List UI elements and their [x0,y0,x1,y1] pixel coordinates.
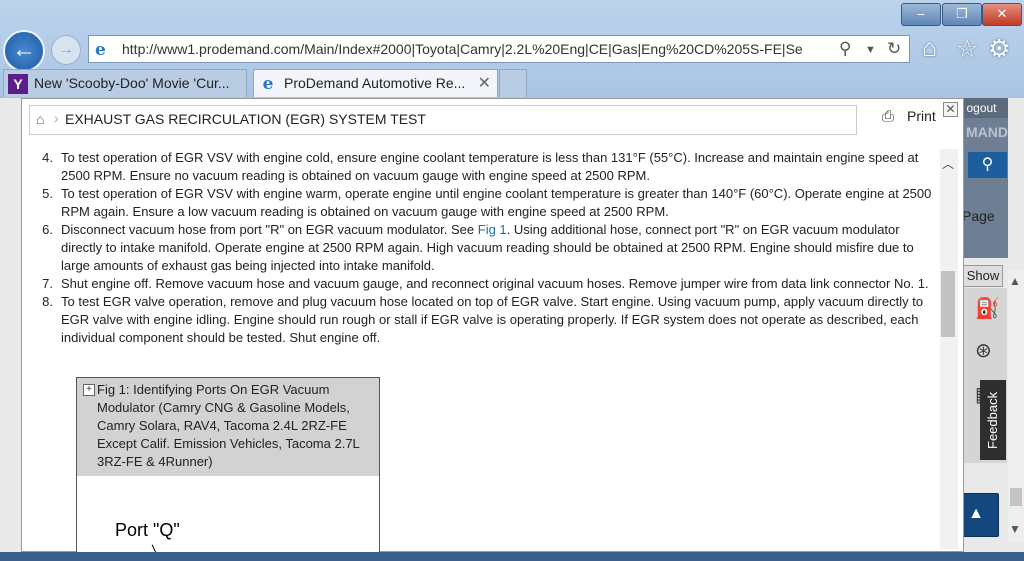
scroll-up-icon[interactable]: ▲ [1009,274,1021,288]
taskbar [0,552,1024,561]
printer-icon[interactable]: ⎙ [882,108,894,125]
figure-header: + Fig 1: Identifying Ports On EGR Vacuum… [77,378,379,476]
page-label: Page [962,208,995,224]
step-number: 6. [42,222,53,237]
scroll-down-icon[interactable]: ▼ [1009,522,1021,536]
ie-icon: e [262,74,274,94]
refresh-icon[interactable]: ↻ [887,39,901,59]
site-search-button[interactable]: ⚲ [968,152,1007,178]
step-number: 7. [42,276,53,291]
forward-arrow-icon: → [58,41,74,58]
step-text: Disconnect vacuum hose from port "R" on … [61,222,478,237]
back-arrow-icon: ← [12,36,36,63]
fig-1-link[interactable]: Fig 1 [478,222,507,237]
step-item: 5. To test operation of EGR VSV with eng… [37,185,933,221]
figure-1: + Fig 1: Identifying Ports On EGR Vacuum… [76,377,380,557]
yahoo-icon: Y [8,74,28,94]
new-tab-button[interactable] [499,69,527,97]
step-number: 8. [42,294,53,309]
ie-icon: e [95,40,106,60]
search-icon[interactable]: ⚲ [839,39,851,59]
close-tab-icon[interactable]: ✕ [478,70,491,97]
url-text[interactable]: http://www1.prodemand.com/Main/Index#200… [122,41,832,57]
page-scroll-thumb[interactable] [1010,488,1022,506]
tab-scooby-doo[interactable]: Y New 'Scooby-Doo' Movie 'Cur... [3,69,247,97]
minimize-button[interactable]: ‒ [901,3,941,26]
step-text: To test operation of EGR VSV with engine… [61,186,932,219]
tab-prodemand[interactable]: e ProDemand Automotive Re... ✕ [253,69,498,97]
tab-label: ProDemand Automotive Re... [284,75,466,91]
breadcrumb-separator-icon: › [54,110,59,126]
article-modal: ⌂ › EXHAUST GAS RECIRCULATION (EGR) SYST… [21,98,964,557]
dropdown-icon[interactable]: ▼ [865,44,876,56]
back-button[interactable]: ← [3,30,45,72]
oil-can-icon[interactable]: ⛽ [975,296,1000,321]
expand-figure-icon[interactable]: + [83,384,95,396]
feedback-tab[interactable]: Feedback [980,380,1006,460]
tab-label: New 'Scooby-Doo' Movie 'Cur... [34,75,230,91]
step-item: 7. Shut engine off. Remove vacuum hose a… [37,275,933,293]
brand-text: MAND [966,124,1008,140]
step-number: 4. [42,150,53,165]
maximize-button[interactable]: ❐ [942,3,982,26]
breadcrumb: ⌂ › EXHAUST GAS RECIRCULATION (EGR) SYST… [29,105,857,135]
figure-caption: Fig 1: Identifying Ports On EGR Vacuum M… [97,382,360,469]
print-button[interactable]: Print [907,108,936,124]
background-header [963,98,1008,258]
forward-button[interactable]: → [51,35,81,65]
close-window-button[interactable]: ✕ [982,3,1022,26]
home-icon[interactable]: ⌂ [36,111,44,127]
gear-icon[interactable]: ⚙ [988,34,1010,64]
browser-chrome: ‒ ❐ ✕ ← → e http://www1.prodemand.com/Ma… [0,0,1024,98]
modal-scrollbar[interactable] [940,149,958,549]
chevron-up-icon[interactable]: ︿ [942,155,954,172]
home-icon[interactable]: ⌂ [922,34,937,63]
step-number: 5. [42,186,53,201]
modal-scroll-thumb[interactable] [941,271,955,337]
step-text: Shut engine off. Remove vacuum hose and … [61,276,929,291]
step-item: 6. Disconnect vacuum hose from port "R" … [37,221,933,275]
step-text: To test EGR valve operation, remove and … [61,294,924,345]
step-item: 8. To test EGR valve operation, remove a… [37,293,933,347]
port-q-label: Port "Q" [115,520,180,540]
step-item: 4. To test operation of EGR VSV with eng… [37,149,933,185]
step-text: To test operation of EGR VSV with engine… [61,150,919,183]
up-triangle-icon: ▲ [968,505,984,522]
wheel-icon[interactable]: ⊛ [975,338,992,363]
page-title: EXHAUST GAS RECIRCULATION (EGR) SYSTEM T… [65,111,426,127]
search-icon: ⚲ [981,156,994,173]
address-bar[interactable]: e http://www1.prodemand.com/Main/Index#2… [88,35,910,63]
test-steps-list: 4. To test operation of EGR VSV with eng… [37,149,933,347]
favorites-star-icon[interactable]: ☆ [956,34,978,64]
close-modal-button[interactable]: ✕ [943,102,958,117]
show-button[interactable]: Show [963,265,1003,287]
